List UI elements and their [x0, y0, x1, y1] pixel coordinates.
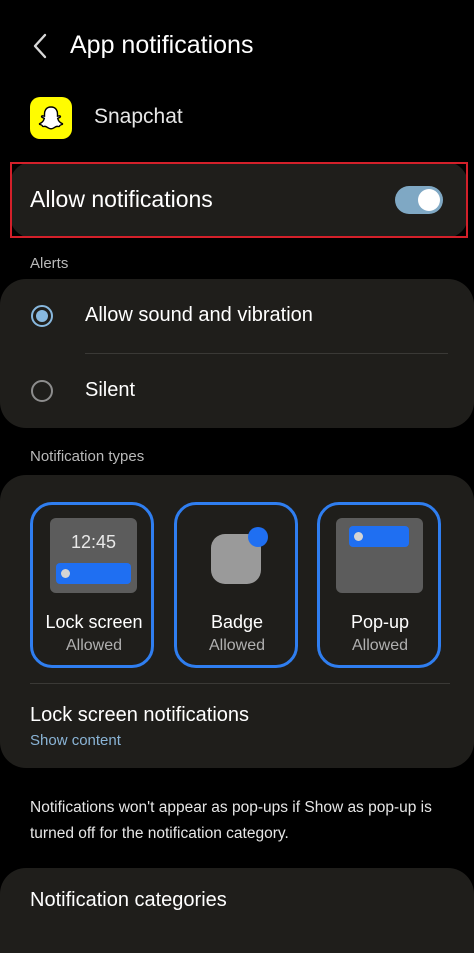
- pop-up-tile-name: Pop-up: [350, 612, 410, 632]
- lock-screen-notifications-title[interactable]: Lock screen notifications: [30, 704, 249, 727]
- lock-screen-tile-status: Allowed: [65, 637, 123, 654]
- divider: [85, 353, 448, 354]
- divider: [30, 683, 450, 684]
- badge-dot-icon: [248, 527, 268, 547]
- notification-dot: [61, 569, 70, 578]
- silent-label[interactable]: Silent: [85, 379, 135, 402]
- badge-tile-status: Allowed: [208, 637, 266, 654]
- lock-screen-tile-name: Lock screen: [45, 612, 143, 632]
- chevron-left-icon: [33, 33, 47, 59]
- snapchat-ghost-icon: [30, 97, 72, 139]
- allow-sound-vibration-label[interactable]: Allow sound and vibration: [85, 304, 313, 327]
- lock-screen-notifications-value: Show content: [30, 732, 121, 749]
- back-button[interactable]: [22, 28, 58, 64]
- allow-notifications-label: Allow notifications: [30, 186, 213, 212]
- pop-up-tile-status: Allowed: [351, 637, 409, 654]
- radio-silent[interactable]: [31, 380, 53, 402]
- page-title: App notifications: [70, 31, 254, 59]
- radio-allow-sound-vibration[interactable]: [31, 305, 53, 327]
- alerts-section-header: Alerts: [30, 255, 69, 272]
- app-name: Snapchat: [94, 105, 183, 128]
- toggle-knob: [418, 189, 440, 211]
- info-text: Notifications won't appear as pop-ups if…: [30, 799, 432, 842]
- radio-selected-dot: [36, 310, 48, 322]
- notification-types-section-header: Notification types: [30, 448, 145, 465]
- notification-categories-label[interactable]: Notification categories: [30, 889, 227, 912]
- notification-dot: [354, 532, 363, 541]
- allow-notifications-toggle[interactable]: [395, 186, 443, 214]
- badge-tile-name: Badge: [210, 612, 264, 632]
- lock-screen-preview-time: 12:45: [70, 532, 117, 552]
